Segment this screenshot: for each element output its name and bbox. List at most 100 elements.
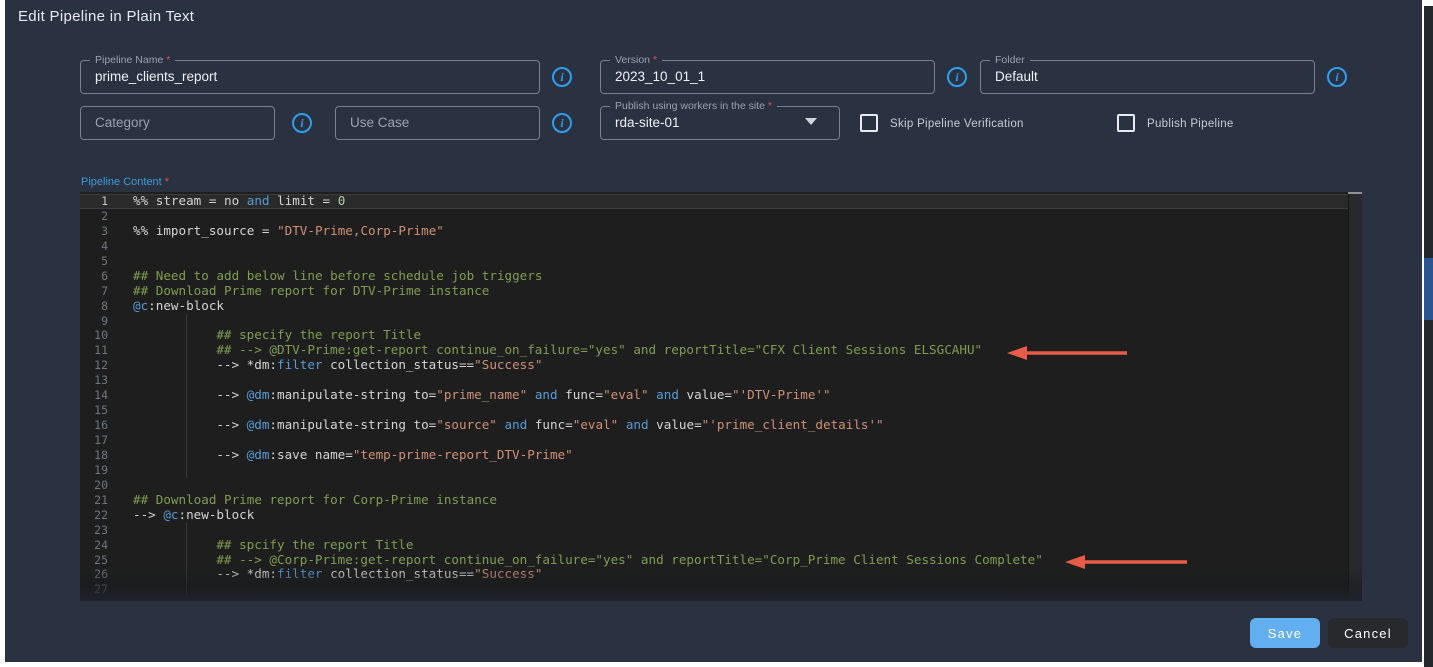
code-text: %% import_source = "DTV-Prime,Corp-Prime… [120,224,1348,239]
code-text: %% stream = no and limit = 0 [120,194,1348,209]
code-line-2[interactable]: 2 [80,209,1348,224]
code-line-3[interactable]: 3%% import_source = "DTV-Prime,Corp-Prim… [80,224,1348,239]
publish-pipeline-checkbox[interactable] [1117,114,1135,132]
code-text: ## Need to add below line before schedul… [120,269,1348,284]
code-text [186,523,1348,538]
code-text [120,239,1348,254]
skip-pipeline-verification-checkbox[interactable] [860,114,878,132]
edit-pipeline-dialog: Edit Pipeline in Plain Text Pipeline Nam… [5,0,1422,662]
line-number: 21 [80,493,120,508]
code-line-13[interactable]: 13 [80,373,1348,388]
line-number: 25 [80,553,120,568]
line-number: 19 [80,463,120,478]
code-line-23[interactable]: 23 [80,523,1348,538]
code-line-10[interactable]: 10 ## specify the report Title [80,328,1348,343]
code-text: --> *dm:filter collection_status=="Succe… [186,567,1348,582]
line-number: 14 [80,388,120,403]
pipeline-content-editor[interactable]: 1%% stream = no and limit = 023%% import… [80,192,1362,601]
page: Edit Pipeline in Plain Text Pipeline Nam… [0,0,1433,667]
pipeline-name-value: prime_clients_report [95,69,217,84]
version-input[interactable]: Version * 2023_10_01_1 [600,60,935,94]
code-line-6[interactable]: 6## Need to add below line before schedu… [80,269,1348,284]
code-text: --> @c:new-block [120,508,1348,523]
page-scrollbar-thumb[interactable] [1424,258,1433,320]
code-line-20[interactable]: 20 [80,478,1348,493]
code-line-14[interactable]: 14 --> @dm:manipulate-string to="prime_n… [80,388,1348,403]
version-value: 2023_10_01_1 [615,69,705,84]
editor-scrollbar[interactable] [1348,192,1362,601]
cancel-button[interactable]: Cancel [1328,618,1408,648]
publish-pipeline-label: Publish Pipeline [1147,118,1234,130]
code-text: ## specify the report Title [186,328,1348,343]
info-icon[interactable]: i [552,113,572,133]
code-text [186,373,1348,388]
code-line-17[interactable]: 17 [80,433,1348,448]
line-number: 20 [80,478,120,493]
code-text [120,209,1348,224]
pipeline-name-input[interactable]: Pipeline Name * prime_clients_report [80,60,540,94]
code-line-22[interactable]: 22--> @c:new-block [80,508,1348,523]
pipeline-content-label: Pipeline Content * [81,176,169,188]
code-text: --> @dm:manipulate-string to="source" an… [186,418,1348,433]
info-icon[interactable]: i [552,67,572,87]
code-text [186,582,1348,597]
line-number: 17 [80,433,120,448]
code-line-1[interactable]: 1%% stream = no and limit = 0 [80,194,1348,209]
line-number: 7 [80,284,120,299]
line-number: 22 [80,508,120,523]
category-placeholder: Category [95,115,150,130]
line-number: 15 [80,403,120,418]
line-number: 10 [80,328,120,343]
version-label: Version * [610,54,662,67]
code-line-12[interactable]: 12 --> *dm:filter collection_status=="Su… [80,358,1348,373]
code-line-19[interactable]: 19 [80,463,1348,478]
code-lines: 1%% stream = no and limit = 023%% import… [80,194,1348,597]
page-scrollbar[interactable] [1424,6,1433,667]
pipeline-name-label: Pipeline Name * [90,54,175,67]
code-text [186,433,1348,448]
code-text [186,403,1348,418]
save-button[interactable]: Save [1250,618,1320,648]
line-number: 24 [80,538,120,553]
info-icon[interactable]: i [292,113,312,133]
dialog-title: Edit Pipeline in Plain Text [18,8,194,25]
code-text: --> @dm:save name="temp-prime-report_DTV… [186,448,1348,463]
code-line-16[interactable]: 16 --> @dm:manipulate-string to="source"… [80,418,1348,433]
code-text: ## Download Prime report for Corp-Prime … [120,493,1348,508]
code-line-7[interactable]: 7## Download Prime report for DTV-Prime … [80,284,1348,299]
site-select[interactable]: Publish using workers in the site * rda-… [600,106,840,140]
code-text: ## Download Prime report for DTV-Prime i… [120,284,1348,299]
code-text [120,478,1348,493]
folder-label: Folder [990,54,1030,67]
info-icon[interactable]: i [947,67,967,87]
skip-pipeline-verification-label: Skip Pipeline Verification [890,118,1024,130]
use-case-placeholder: Use Case [350,115,409,130]
site-label: Publish using workers in the site * [610,100,777,113]
line-number: 12 [80,358,120,373]
line-number: 23 [80,523,120,538]
info-icon[interactable]: i [1327,67,1347,87]
line-number: 5 [80,254,120,269]
code-line-26[interactable]: 26 --> *dm:filter collection_status=="Su… [80,567,1348,582]
use-case-input[interactable]: Use Case [335,106,540,140]
code-text: --> *dm:filter collection_status=="Succe… [186,358,1348,373]
code-line-11[interactable]: 11 ## --> @DTV-Prime:get-report continue… [80,343,1348,358]
code-line-8[interactable]: 8@c:new-block [80,299,1348,314]
code-text: ## spcify the report Title [186,538,1348,553]
category-input[interactable]: Category [80,106,275,140]
line-number: 6 [80,269,120,284]
code-line-5[interactable]: 5 [80,254,1348,269]
code-line-21[interactable]: 21## Download Prime report for Corp-Prim… [80,493,1348,508]
folder-input[interactable]: Folder Default [980,60,1315,94]
line-number: 2 [80,209,120,224]
code-line-27[interactable]: 27 [80,582,1348,597]
code-line-9[interactable]: 9 [80,314,1348,329]
code-line-24[interactable]: 24 ## spcify the report Title [80,538,1348,553]
line-number: 8 [80,299,120,314]
line-number: 13 [80,373,120,388]
code-line-4[interactable]: 4 [80,239,1348,254]
code-line-25[interactable]: 25 ## --> @Corp-Prime:get-report continu… [80,553,1348,568]
code-line-18[interactable]: 18 --> @dm:save name="temp-prime-report_… [80,448,1348,463]
line-number: 4 [80,239,120,254]
code-line-15[interactable]: 15 [80,403,1348,418]
